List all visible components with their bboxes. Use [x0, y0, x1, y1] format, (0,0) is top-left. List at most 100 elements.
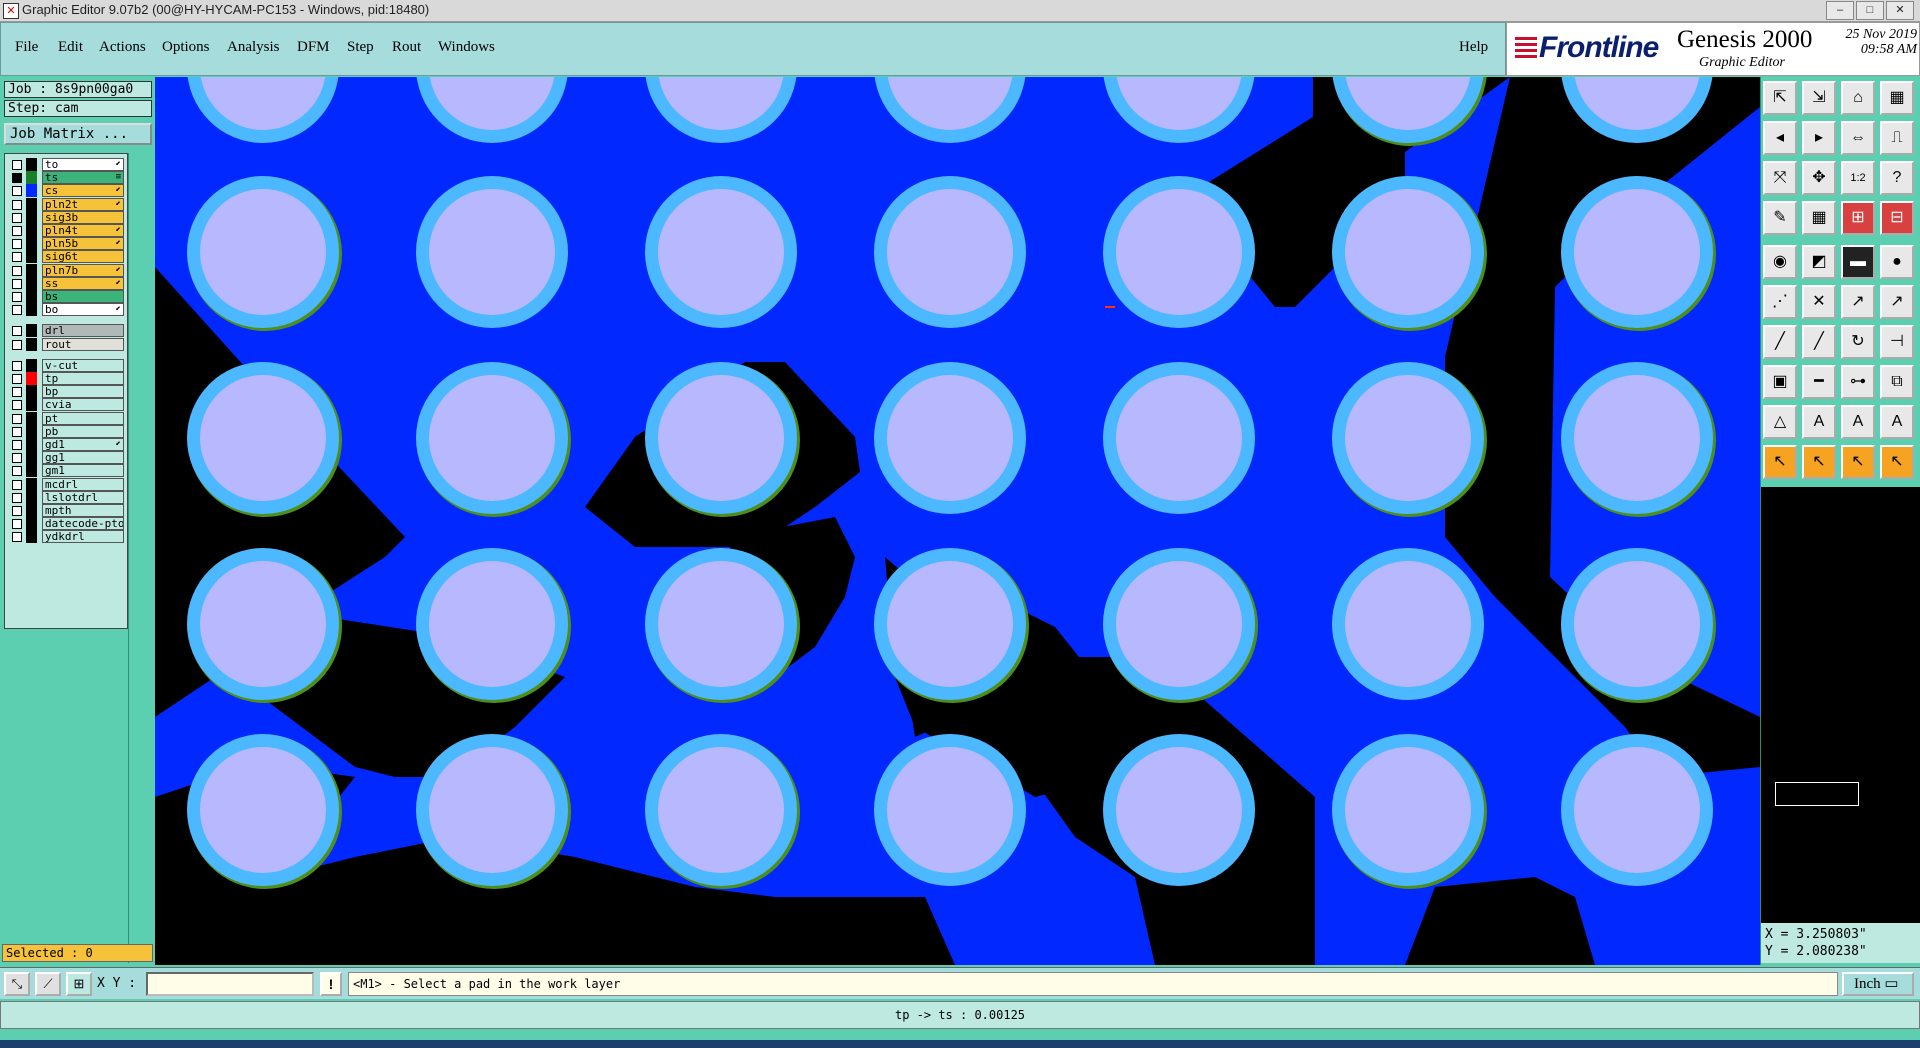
layer-color-swatch[interactable]: [26, 197, 37, 211]
layer-checkbox[interactable]: [12, 506, 22, 516]
layer-row-drl[interactable]: drl: [8, 324, 128, 338]
layer-checkbox[interactable]: [12, 186, 22, 197]
job-matrix-button[interactable]: Job Matrix ...: [4, 123, 152, 145]
layer-checkbox[interactable]: [12, 532, 22, 543]
layer-checkbox[interactable]: [12, 160, 22, 170]
pad[interactable]: [645, 548, 800, 703]
layer-row-sig6t[interactable]: sig6t: [8, 250, 128, 264]
menu-file[interactable]: File: [15, 39, 38, 56]
layer-checkbox[interactable]: [12, 440, 22, 450]
grid-icon[interactable]: ▦: [1802, 201, 1836, 235]
feature-select-icon[interactable]: ⊟: [1880, 201, 1914, 235]
layer-name[interactable]: mpth: [42, 504, 124, 517]
pad[interactable]: [187, 548, 342, 703]
layer-name[interactable]: bs: [42, 290, 124, 303]
pad[interactable]: [874, 734, 1026, 886]
home-icon[interactable]: ⌂: [1841, 81, 1875, 115]
layer-row-ydkdrl[interactable]: ydkdrl: [8, 530, 128, 544]
layer-checkbox[interactable]: [12, 326, 22, 337]
layer-checkbox[interactable]: [12, 265, 22, 276]
layer-row-gd1[interactable]: gd1 ⬋: [8, 438, 128, 452]
reshape-icon[interactable]: ↗: [1841, 285, 1875, 319]
layer-color-swatch[interactable]: [26, 517, 37, 531]
layer-row-sig3b[interactable]: sig3b: [8, 210, 128, 225]
pad[interactable]: [874, 362, 1026, 514]
pad[interactable]: [1332, 362, 1487, 517]
layer-row-ts[interactable]: ts ≡: [8, 171, 128, 185]
layer-color-swatch[interactable]: [26, 250, 37, 264]
pad[interactable]: [416, 362, 571, 517]
grid-mode-icon[interactable]: ⊞: [66, 972, 92, 996]
minimize-button[interactable]: –: [1826, 1, 1854, 20]
mirror-icon[interactable]: ⊣: [1880, 325, 1914, 359]
line-icon[interactable]: ╱: [1763, 325, 1797, 359]
layer-row-ss[interactable]: ss ⬋: [8, 276, 128, 291]
pad[interactable]: [187, 77, 339, 143]
pan-right-icon[interactable]: ▸: [1802, 121, 1836, 155]
layer-color-swatch[interactable]: [26, 490, 37, 504]
layer-name[interactable]: to ⬋: [42, 158, 124, 171]
layer-row-bp[interactable]: bp: [8, 385, 128, 399]
maximize-button[interactable]: □: [1856, 1, 1884, 20]
layer-row-pln4t[interactable]: pln4t ⬋: [8, 224, 128, 238]
layer-name[interactable]: datecode-pto: [42, 517, 124, 531]
layer-name[interactable]: ts ≡: [42, 171, 124, 185]
layer-color-swatch[interactable]: [26, 438, 37, 451]
pad[interactable]: [416, 77, 568, 143]
layer-color-swatch[interactable]: [26, 477, 37, 491]
layer-name[interactable]: pln5b ⬋: [42, 237, 124, 251]
pad[interactable]: [1103, 176, 1255, 328]
layer-checkbox[interactable]: [12, 466, 22, 477]
surface-c-icon[interactable]: A: [1880, 405, 1914, 439]
layer-row-bs[interactable]: bs: [8, 290, 128, 304]
layer-checkbox[interactable]: [12, 387, 22, 398]
layer-checkbox[interactable]: [12, 400, 22, 411]
arc-icon[interactable]: ↗: [1880, 285, 1914, 319]
surface-b-icon[interactable]: A: [1841, 405, 1875, 439]
layer-color-swatch[interactable]: [26, 530, 37, 544]
layer-name[interactable]: rout: [42, 337, 124, 351]
zoom-home-icon[interactable]: ⇱: [1763, 81, 1797, 115]
layer-checkbox[interactable]: [12, 374, 22, 384]
alert-button[interactable]: !: [320, 972, 342, 996]
round-pad-icon[interactable]: ●: [1880, 245, 1914, 279]
layer-name[interactable]: v-cut: [42, 358, 124, 372]
layer-color-swatch[interactable]: [26, 303, 37, 317]
copy-icon[interactable]: ⧉: [1880, 365, 1914, 399]
layer-row-pt[interactable]: pt: [8, 411, 128, 426]
pad[interactable]: [645, 77, 797, 143]
layer-checkbox[interactable]: [12, 212, 22, 223]
snap-mode-icon[interactable]: ⤡: [4, 972, 30, 996]
multi-pointer-icon[interactable]: ↖: [1880, 445, 1914, 479]
pad[interactable]: [1103, 734, 1255, 886]
layer-row-lslotdrl[interactable]: lslotdrl: [8, 490, 128, 505]
dimension-icon[interactable]: ⊶: [1841, 365, 1875, 399]
feature-filter-icon[interactable]: ⊞: [1841, 201, 1875, 235]
zoom-center-icon[interactable]: ✥: [1802, 161, 1836, 195]
menu-options[interactable]: Options: [162, 39, 210, 56]
layer-checkbox[interactable]: [12, 226, 22, 236]
layer-name[interactable]: bp: [42, 385, 124, 399]
layer-color-swatch[interactable]: [26, 210, 37, 224]
pad[interactable]: [187, 734, 342, 889]
layer-checkbox[interactable]: [12, 519, 22, 530]
layer-checkbox[interactable]: [12, 413, 22, 424]
layer-color-swatch[interactable]: [26, 171, 37, 185]
pad[interactable]: [187, 362, 342, 517]
menu-dfm[interactable]: DFM: [297, 39, 330, 56]
pad[interactable]: [416, 548, 571, 703]
layer-row-datecode-pto[interactable]: datecode-pto: [8, 517, 128, 531]
layer-name[interactable]: drl: [42, 324, 124, 338]
triangle-icon[interactable]: △: [1763, 405, 1797, 439]
layer-row-to[interactable]: to ⬋: [8, 158, 128, 172]
pad[interactable]: [874, 77, 1026, 143]
snap-icon[interactable]: ⎍: [1880, 121, 1914, 155]
layer-checkbox[interactable]: [12, 339, 22, 350]
layer-color-swatch[interactable]: [26, 464, 37, 478]
pad[interactable]: [1332, 734, 1487, 889]
pad[interactable]: [1561, 548, 1716, 703]
xy-input[interactable]: [146, 972, 314, 996]
zoom-fit-icon[interactable]: ⤧: [1763, 161, 1797, 195]
pad[interactable]: [1103, 548, 1258, 703]
layer-name[interactable]: gg1: [42, 451, 124, 465]
